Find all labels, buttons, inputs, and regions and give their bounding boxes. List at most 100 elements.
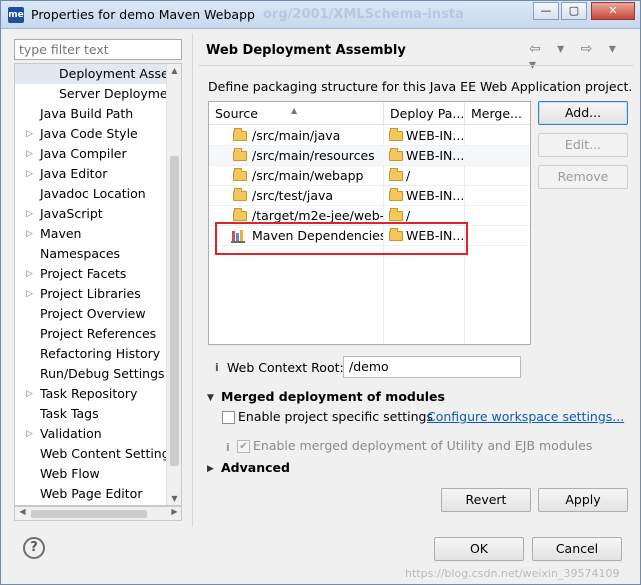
tree-horizontal-scrollbar[interactable]: ◀ ▶ xyxy=(14,506,182,521)
tree-item[interactable]: ▷ Task Repository xyxy=(15,384,167,404)
tree-item-label: Task Tags xyxy=(40,406,99,421)
tree-item[interactable]: Web Page Editor xyxy=(15,484,167,504)
table-row[interactable]: /src/main/resources WEB-IN... xyxy=(209,146,530,166)
merged-deployment-checkbox[interactable]: ✔ xyxy=(237,440,250,453)
tree-item-label: Run/Debug Settings xyxy=(40,366,165,381)
tree-item[interactable]: Java Build Path xyxy=(15,104,167,124)
tree-scroll-thumb[interactable] xyxy=(170,156,179,466)
close-button[interactable]: ✕ xyxy=(591,2,635,20)
tree-item[interactable]: Namespaces xyxy=(15,244,167,264)
expand-arrow-icon[interactable]: ▷ xyxy=(26,384,33,404)
back-forward-menu-icon[interactable]: ⇦ ▾ ⇨ ▾ ▾ xyxy=(529,41,640,73)
tree-item[interactable]: ▷ JavaScript xyxy=(15,204,167,224)
tree-item[interactable]: ▷ Java Compiler xyxy=(15,144,167,164)
context-root-input[interactable]: /demo xyxy=(343,356,521,378)
deploy-path-label: / xyxy=(406,168,411,183)
expand-arrow-icon[interactable]: ▷ xyxy=(26,124,33,144)
pane-divider[interactable] xyxy=(192,33,193,527)
expand-arrow-icon[interactable]: ▷ xyxy=(26,204,33,224)
column-header-source[interactable]: Source ▲ xyxy=(209,102,384,125)
project-specific-label[interactable]: Enable project specific settings xyxy=(238,409,433,424)
tree-item-label: Task Repository xyxy=(40,386,138,401)
apply-button[interactable]: Apply xyxy=(538,488,628,512)
expand-arrow-icon[interactable]: ▷ xyxy=(26,224,33,244)
annotation-highlight-box xyxy=(215,222,468,255)
deploy-path-label: WEB-IN... xyxy=(406,148,464,163)
tree-item-label: Project References xyxy=(40,326,157,341)
info-icon: i xyxy=(226,441,230,454)
expanded-triangle-icon[interactable]: ▼ xyxy=(207,393,214,403)
advanced-header[interactable]: Advanced xyxy=(221,460,290,475)
info-icon: i xyxy=(215,361,219,374)
edit-button[interactable]: Edit... xyxy=(538,133,628,157)
scroll-right-arrow-icon[interactable]: ▶ xyxy=(167,507,182,516)
tree-item[interactable]: Project References xyxy=(15,324,167,344)
tree-item[interactable]: Server Deploymen xyxy=(15,84,167,104)
tree-item[interactable]: ▷ Maven xyxy=(15,224,167,244)
tree-item[interactable]: Web Content Settings xyxy=(15,444,167,464)
source-cell: /src/main/resources xyxy=(209,146,383,166)
tree-item[interactable]: ▷ Validation xyxy=(15,424,167,444)
tree-item-label: Java Compiler xyxy=(40,146,127,161)
scroll-left-arrow-icon[interactable]: ◀ xyxy=(15,507,30,516)
table-row[interactable]: /src/main/java WEB-IN... xyxy=(209,126,530,146)
tree-item-label: Maven xyxy=(40,226,82,241)
tree-item-label: Web Content Settings xyxy=(40,446,167,461)
column-header-source-label: Source xyxy=(215,106,258,121)
tree-item-label: Java Editor xyxy=(40,166,108,181)
table-row[interactable]: /src/test/java WEB-IN... xyxy=(209,186,530,206)
folder-icon xyxy=(389,208,403,221)
tree-item[interactable]: Deployment Asser xyxy=(15,64,167,84)
deploy-path-cell: WEB-IN... xyxy=(384,126,464,146)
tree-item-label: Web Flow xyxy=(40,466,100,481)
maximize-button[interactable]: ▢ xyxy=(561,2,587,20)
minimize-button[interactable]: — xyxy=(533,2,559,20)
tree-hscroll-thumb[interactable] xyxy=(31,510,147,518)
tree-item[interactable]: ▷ Project Libraries xyxy=(15,284,167,304)
tree-item[interactable]: Web Flow xyxy=(15,464,167,484)
tree-item[interactable]: ▷ Java Editor xyxy=(15,164,167,184)
collapsed-triangle-icon[interactable]: ▶ xyxy=(207,464,214,474)
tree-item-label: Validation xyxy=(40,426,102,441)
add-button[interactable]: Add... xyxy=(538,101,628,125)
scroll-down-arrow-icon[interactable]: ▼ xyxy=(167,494,181,503)
tree-item[interactable]: Javadoc Location xyxy=(15,184,167,204)
expand-arrow-icon[interactable]: ▷ xyxy=(26,284,33,304)
tree-item-label: Project Overview xyxy=(40,306,146,321)
folder-icon xyxy=(233,208,247,221)
tree-item[interactable]: ▷ Project Facets xyxy=(15,264,167,284)
expand-arrow-icon[interactable]: ▷ xyxy=(26,144,33,164)
help-icon[interactable]: ? xyxy=(23,537,45,559)
folder-icon xyxy=(233,148,247,161)
tree-vertical-scrollbar[interactable]: ▲ ▼ xyxy=(166,64,181,505)
tree-item-label: JavaScript xyxy=(40,206,103,221)
column-header-merge[interactable]: Merge... xyxy=(465,102,530,125)
folder-icon xyxy=(233,168,247,181)
tree-item[interactable]: Run/Debug Settings xyxy=(15,364,167,384)
tree-item[interactable]: Task Tags xyxy=(15,404,167,424)
table-row[interactable]: /src/main/webapp / xyxy=(209,166,530,186)
title-bar[interactable]: me Properties for demo Maven Webapp org/… xyxy=(1,1,640,29)
tree-item[interactable]: Project Overview xyxy=(15,304,167,324)
tree-item-label: Javadoc Location xyxy=(40,186,146,201)
merged-deployment-header[interactable]: Merged deployment of modules xyxy=(221,389,445,404)
tree-item[interactable]: ▷ Java Code Style xyxy=(15,124,167,144)
cancel-button[interactable]: Cancel xyxy=(532,537,622,561)
folder-icon xyxy=(233,128,247,141)
ok-button[interactable]: OK xyxy=(434,537,524,561)
tree-item[interactable]: Refactoring History xyxy=(15,344,167,364)
column-header-deploy-path[interactable]: Deploy Pa... xyxy=(384,102,465,125)
project-specific-checkbox[interactable] xyxy=(222,411,235,424)
tree-item-label: Java Build Path xyxy=(40,106,134,121)
folder-icon xyxy=(233,188,247,201)
filter-input[interactable] xyxy=(14,39,182,60)
property-pages-tree[interactable]: Deployment Asser Server Deploymen Java Bui… xyxy=(14,63,182,506)
tree-item-label: Project Libraries xyxy=(40,286,141,301)
scroll-up-arrow-icon[interactable]: ▲ xyxy=(167,66,181,75)
remove-button[interactable]: Remove xyxy=(538,165,628,189)
revert-button[interactable]: Revert xyxy=(441,488,531,512)
configure-workspace-link[interactable]: Configure workspace settings... xyxy=(427,409,624,424)
expand-arrow-icon[interactable]: ▷ xyxy=(26,424,33,444)
expand-arrow-icon[interactable]: ▷ xyxy=(26,164,33,184)
expand-arrow-icon[interactable]: ▷ xyxy=(26,264,33,284)
